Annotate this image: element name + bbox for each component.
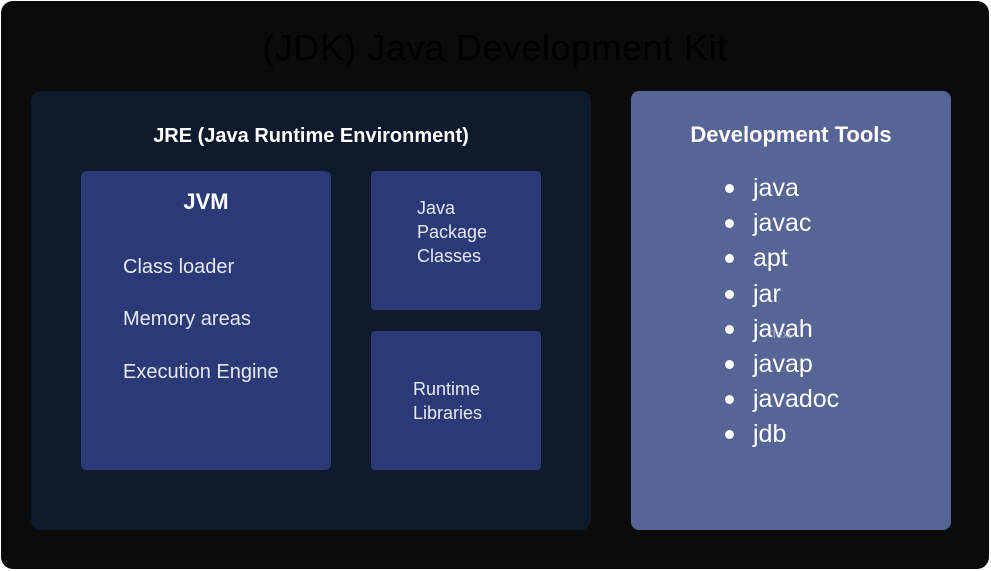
tool-item-jar: jar [725,277,839,312]
tool-label: javap [753,349,813,378]
runtime-libraries-box: Runtime Libraries [371,331,541,470]
jvm-title: JVM [183,189,229,214]
jvm-box: JVM Class loader Memory areas Execution … [81,171,331,470]
bullet-icon [725,254,734,264]
tool-item-apt: apt [725,241,839,276]
java-package-classes-label: Java Package Classes [417,198,488,266]
diagram-canvas: (JDK) Java Development Kit JRE (Java Run… [1,1,989,569]
tool-label: javadoc [753,385,840,414]
bullet-icon [725,324,734,334]
tool-item-java: java [725,171,839,206]
tool-label: apt [753,244,788,273]
tool-label: javac [753,209,812,238]
development-tools-list: java javac apt jar javah javap javadoc j… [725,171,839,453]
tool-item-javap: javap [725,347,839,382]
tool-label: java [753,174,799,202]
tool-item-jdb: jdb [725,417,839,452]
bullet-icon [725,289,734,299]
runtime-libraries-label: Runtime Libraries [413,379,483,423]
bullet-icon [725,184,734,193]
bullet-icon [725,359,734,369]
jvm-item-memory-areas: Memory areas [123,308,251,330]
placeholder-text-label[interactable]: Text [771,329,791,341]
bullet-icon [725,430,734,440]
jre-container: JRE (Java Runtime Environment) JVM Class… [31,91,591,530]
bullet-icon [725,219,734,229]
jvm-item-execution-engine: Execution Engine [123,361,279,383]
development-tools-title: Development Tools [690,122,892,147]
development-tools-container: Development Tools java javac apt jar jav… [631,91,951,530]
tool-item-javadoc: javadoc [725,382,839,417]
jre-title: JRE (Java Runtime Environment) [153,125,469,147]
tool-label: jdb [753,420,787,449]
jvm-item-class-loader: Class loader [123,256,235,278]
tool-item-javac: javac [725,206,839,241]
tool-label: jar [753,279,781,308]
bullet-icon [725,395,734,405]
jdk-title: (JDK) Java Development Kit [262,27,728,68]
java-package-classes-box: Java Package Classes [371,171,541,310]
